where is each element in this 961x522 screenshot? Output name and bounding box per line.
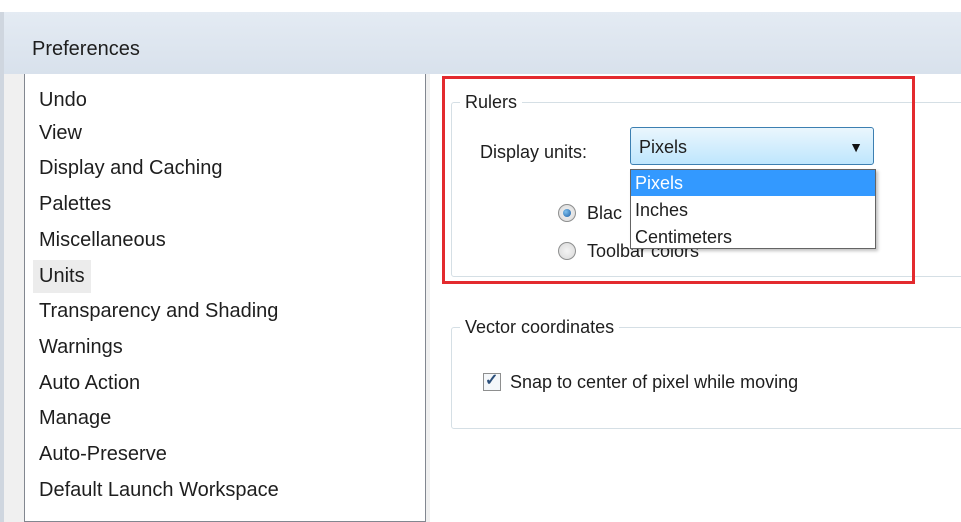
sidebar-item-auto-preserve[interactable]: Auto-Preserve [35,438,171,471]
display-units-label: Display units: [480,142,588,162]
sidebar-item-auto-action[interactable]: Auto Action [35,367,144,400]
sidebar-item-default-launch-workspace[interactable]: Default Launch Workspace [35,474,283,507]
sidebar-item-display-and-caching[interactable]: Display and Caching [35,152,226,185]
option-pixels[interactable]: Pixels [631,170,875,196]
radio-black-label: Blac [587,203,623,223]
display-units-select[interactable]: Pixels ▼ [630,127,874,165]
title-bar [4,12,961,74]
option-inches[interactable]: Inches [631,197,875,223]
sidebar-item-miscellaneous[interactable]: Miscellaneous [35,224,170,257]
radio-toolbar-colors[interactable] [558,242,576,260]
display-units-value: Pixels [639,137,688,157]
preferences-category-list[interactable]: Undo View Display and Caching Palettes M… [24,74,426,522]
sidebar-item-manage[interactable]: Manage [35,402,115,435]
sidebar-item-palettes[interactable]: Palettes [35,188,115,221]
rulers-legend: Rulers [465,92,518,112]
checkmark-icon: ✓ [485,372,499,389]
radio-black[interactable] [558,204,576,222]
chevron-down-icon: ▼ [849,139,863,155]
sidebar-item-units[interactable]: Units [33,260,91,293]
option-centimeters[interactable]: Centimeters [631,224,875,250]
sidebar-item-undo[interactable]: Undo [35,84,91,117]
display-units-dropdown-list[interactable]: Pixels Inches Centimeters [630,169,876,249]
snap-to-center-label: Snap to center of pixel while moving [510,372,799,392]
sidebar-item-view[interactable]: View [35,117,86,150]
snap-to-center-checkbox[interactable]: ✓ [483,372,501,391]
sidebar-item-transparency-and-shading[interactable]: Transparency and Shading [35,295,282,328]
vector-coordinates-legend: Vector coordinates [465,317,615,337]
sidebar-item-warnings[interactable]: Warnings [35,331,127,364]
window-title: Preferences [32,38,140,60]
